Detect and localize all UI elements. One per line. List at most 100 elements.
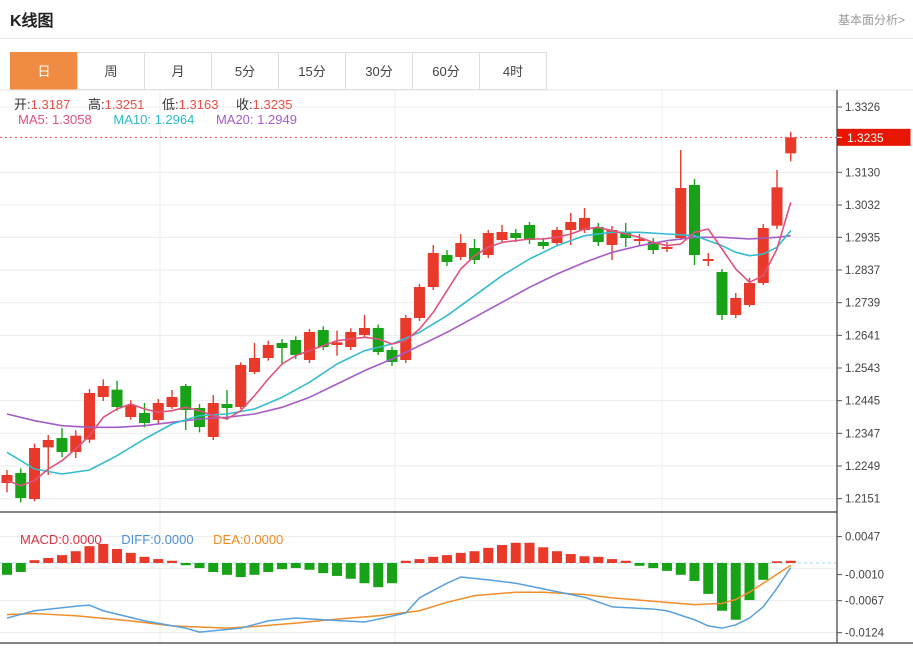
macd-bar [511,543,521,563]
candle-body [167,397,178,407]
macd-bar [690,563,700,581]
y-axis-label: 1.2445 [845,396,880,408]
macd-bar [250,563,260,575]
macd-bar [483,548,493,563]
ma5-label: MA5: [18,112,48,127]
candle-body [222,404,233,408]
ma20-label: MA20: [216,112,254,127]
candle-body [675,188,686,238]
candle-body [524,225,535,240]
macd-bar [552,551,562,563]
high-value: 1.3251 [105,97,145,112]
macd-bar [16,563,26,572]
candle-body [414,287,425,318]
macd-bar [167,561,177,563]
ma10-line [7,231,791,474]
candle-body [180,386,191,410]
open-label: 开: [14,97,31,112]
candle-body [689,185,700,255]
macd-bar [195,563,205,568]
macd-bar [222,563,232,575]
candle-body [744,283,755,305]
macd-bar [731,563,741,620]
candle-body [277,343,288,348]
candle-body [662,247,673,249]
candle-body [98,386,109,397]
macd-bar [2,563,12,575]
candle-body [139,413,150,423]
macd-bar [415,559,425,563]
kline-widget: K线图 基本面分析> 日 周 月 5分 15分 30分 60分 4时 1.332… [0,0,913,648]
candle-body [442,255,453,262]
macd-bar [635,563,645,566]
ma20-line [7,236,791,428]
candle-body [428,253,439,287]
macd-bar [305,563,315,570]
macd-bar [291,563,301,568]
y-axis-label: 1.2543 [845,363,880,375]
macd-bar [758,563,768,580]
candle-body [785,137,796,153]
candle-body [57,438,68,452]
high-label: 高: [88,97,105,112]
macd-bar [580,556,590,563]
macd-bar [236,563,246,577]
diff-value: 0.0000 [154,532,194,547]
candle-body [125,405,136,417]
macd-bar [703,563,713,594]
candle-body [84,393,95,440]
y-axis-label: 1.3130 [845,167,880,179]
macd-axis-label: -0.0067 [845,596,884,608]
candle-body [483,233,494,255]
macd-bar [607,559,617,563]
macd-bar [346,563,356,579]
macd-bar [277,563,287,569]
macd-bar [112,549,122,563]
low-value: 1.3163 [179,97,219,112]
candle-body [112,390,123,407]
macd-bar [401,561,411,563]
low-label: 低: [162,97,179,112]
candle-body [703,259,714,261]
macd-bar [786,561,796,563]
ma5-value: 1.3058 [52,112,92,127]
candle-body [235,365,246,407]
y-axis-label: 1.2935 [845,232,880,244]
candle-body [304,332,315,360]
y-axis-label: 1.2739 [845,298,880,310]
macd-bar [428,557,438,563]
macd-label: MACD: [20,532,62,547]
macd-bar [263,563,273,572]
macd-axis-label: -0.0124 [845,628,885,640]
close-label: 收: [236,97,253,112]
ma10-value: 1.2964 [155,112,195,127]
y-axis-label: 1.3326 [845,102,880,114]
macd-bar [497,545,507,563]
candle-body [730,298,741,315]
macd-bar [470,551,480,563]
dea-label: DEA: [213,532,243,547]
macd-axis-label: 0.0047 [845,532,880,544]
diff-line [7,567,791,632]
ma10-label: MA10: [113,112,151,127]
macd-axis-label: -0.0010 [845,570,884,582]
ohlc-readout: 开:1.3187 高:1.3251 低:1.3163 收:1.3235 [14,94,306,113]
dea-line [7,565,791,628]
macd-bar [538,547,548,563]
macd-bar [373,563,383,587]
ma20-value: 1.2949 [257,112,297,127]
candle-body [290,340,301,355]
ma5-line [7,202,791,485]
macd-bar [181,563,191,565]
macd-bar [71,551,81,563]
macd-bar [525,543,535,563]
ma-readout: MA5: 1.3058 MA10: 1.2964 MA20: 1.2949 [18,112,297,127]
diff-label: DIFF: [121,532,154,547]
macd-readout: MACD:0.0000 DIFF:0.0000 DEA:0.0000 [20,532,283,547]
macd-bar [566,554,576,563]
macd-bar [593,557,603,563]
macd-bar [153,559,163,563]
macd-bar [621,561,631,563]
macd-bar [387,563,397,583]
candle-body [455,243,466,257]
